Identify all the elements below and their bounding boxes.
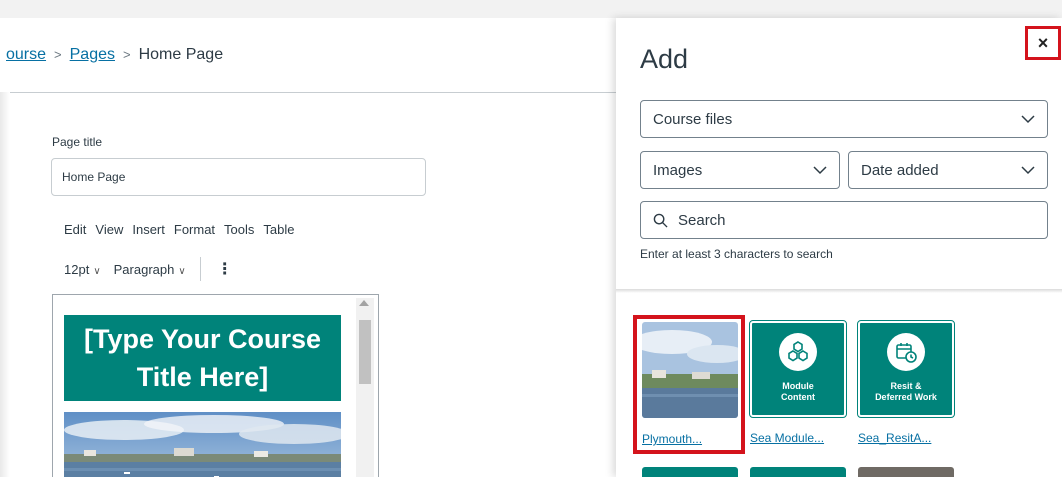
chevron-down-icon: ∨ [93,265,101,277]
banner-line-1: [Type Your Course [83,324,322,354]
type-select[interactable]: Images [640,151,840,189]
menu-format[interactable]: Format [174,222,215,237]
breadcrumb-separator: > [123,47,131,62]
close-button[interactable]: × [1025,26,1061,60]
banner-line-2: Title Here] [136,362,269,392]
sort-select[interactable]: Date added [848,151,1048,189]
editor-scrollbar[interactable] [356,298,374,477]
tray-divider [616,289,1062,293]
toolbar-divider [199,257,201,281]
font-size-select[interactable]: 12pt ∨ [64,262,101,277]
cubes-icon [779,333,817,371]
type-select-value: Images [653,161,703,179]
close-icon: × [1037,32,1049,53]
menu-tools[interactable]: Tools [224,222,254,237]
breadcrumb-course-link[interactable]: ourse [6,46,46,63]
course-title-banner: [Type Your Course Title Here] [64,315,341,401]
header-divider [6,92,616,93]
block-format-value: Paragraph [113,261,175,277]
search-placeholder: Search [678,211,726,229]
breadcrumb-current: Home Page [138,46,224,63]
file-thumbnail-tile: Resit & Deferred Work [857,320,955,418]
tile-label: Resit & Deferred Work [875,381,937,402]
search-hint: Enter at least 3 characters to search [640,247,833,261]
top-strip [0,0,1062,18]
search-input[interactable]: Search [640,201,1048,239]
editor-content-area[interactable]: [Type Your Course Title Here] [52,294,379,477]
left-edge-shadow [0,92,10,477]
file-item-partial[interactable] [750,467,846,477]
file-item-partial[interactable] [642,467,738,477]
selection-highlight [633,315,745,454]
scroll-up-arrow-icon[interactable] [359,300,369,306]
editor-menubar: Edit View Insert Format Tools Table [64,222,294,237]
breadcrumb-separator: > [54,47,62,62]
file-item-sea-resit[interactable]: Resit & Deferred Work Sea_ResitA... [857,320,955,445]
scroll-thumb[interactable] [359,320,371,384]
page-title-label: Page title [52,135,103,149]
chevron-down-icon: ∨ [178,265,186,277]
chevron-down-icon [1021,115,1035,124]
sort-select-value: Date added [861,161,939,179]
more-options-icon[interactable]: ⋮ [217,259,233,279]
tray-title: Add [640,44,689,74]
file-caption[interactable]: Sea_ResitA... [858,431,954,445]
search-icon [653,213,668,228]
chevron-down-icon [813,166,827,175]
calendar-clock-icon [887,333,925,371]
editor-pane: ourse > Pages > Home Page Page title Home Pa… [0,18,616,477]
menu-edit[interactable]: Edit [64,222,86,237]
breadcrumb: ourse > Pages > Home Page [6,46,223,64]
tile-label: Module Content [781,381,815,402]
source-select[interactable]: Course files [640,100,1048,138]
file-item-partial[interactable] [858,467,954,477]
menu-insert[interactable]: Insert [132,222,165,237]
block-format-select[interactable]: Paragraph ∨ [114,262,186,277]
source-select-value: Course files [653,110,733,128]
editor-toolbar: 12pt ∨ Paragraph ∨ ⋮ [64,257,233,281]
menu-view[interactable]: View [95,222,123,237]
chevron-down-icon [1021,166,1035,175]
harbour-photo [64,412,341,477]
breadcrumb-pages-link[interactable]: Pages [70,46,115,63]
file-thumbnail-tile: Module Content [749,320,847,418]
menu-table[interactable]: Table [263,222,294,237]
page-title-input[interactable]: Home Page [51,158,426,196]
file-caption[interactable]: Sea Module... [750,431,846,445]
file-item-sea-module[interactable]: Module Content Sea Module... [749,320,847,445]
font-size-value: 12pt [64,261,90,277]
